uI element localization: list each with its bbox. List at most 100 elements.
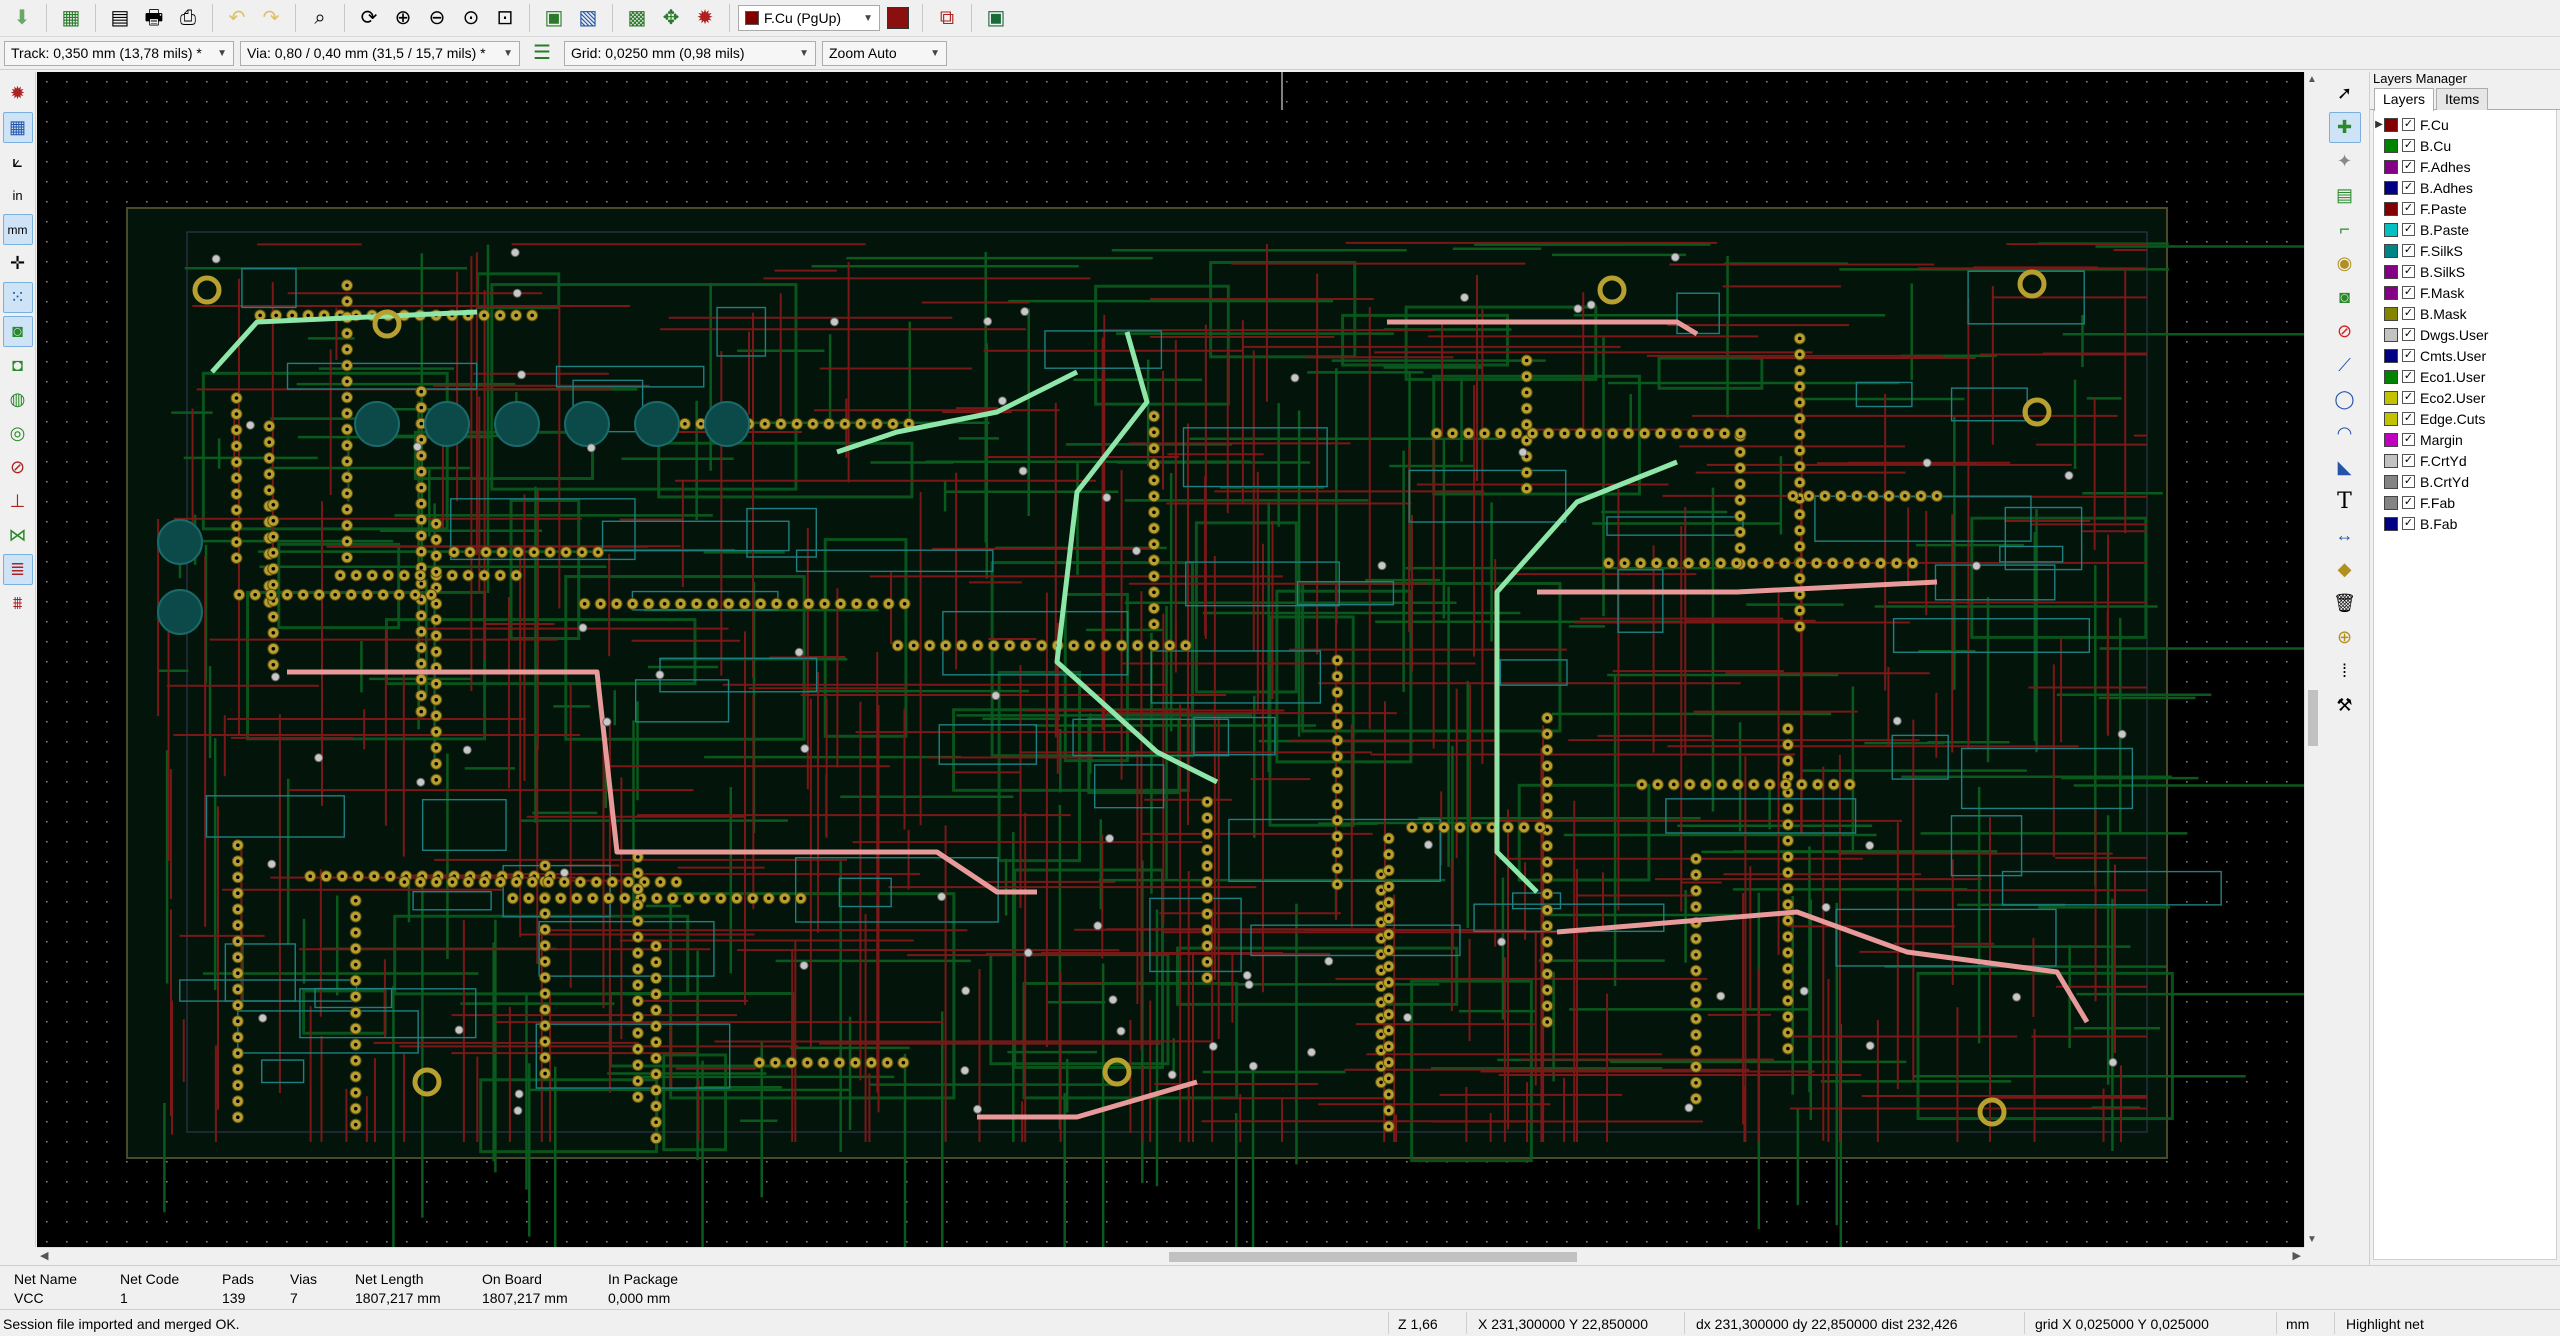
board-setup-icon[interactable]: ▦	[55, 2, 87, 34]
highlight-net-icon[interactable]: ✚	[2328, 112, 2361, 143]
add-footprint-icon[interactable]: ▤	[2329, 180, 2361, 211]
tab-items[interactable]: Items	[2436, 88, 2489, 110]
layer-row[interactable]: ✓ B.CrtYd	[2374, 471, 2556, 492]
via-size-select[interactable]: Via: 0,80 / 0,40 mm (31,5 / 15,7 mils) *…	[240, 40, 520, 66]
layer-name[interactable]: F.SilkS	[2420, 243, 2463, 259]
layer-row[interactable]: ✓ F.SilkS	[2374, 240, 2556, 261]
auto-track-width-icon[interactable]: ☰	[526, 37, 558, 69]
add-dimension-icon[interactable]: ↔	[2329, 520, 2361, 551]
grid-origin-icon[interactable]: ⁞	[2329, 656, 2361, 687]
layer-visibility-checkbox[interactable]: ✓	[2402, 475, 2415, 488]
autoroute-icon[interactable]: ✥	[655, 2, 687, 34]
layer-row[interactable]: ✓ F.CrtYd	[2374, 450, 2556, 471]
vertical-scroll-thumb[interactable]	[2308, 690, 2318, 746]
microwave-toolbar-icon[interactable]: ⩩	[3, 588, 33, 619]
add-text-icon[interactable]: T	[2329, 486, 2361, 517]
layer-name[interactable]: Eco2.User	[2420, 390, 2485, 406]
layer-color-swatch[interactable]	[2384, 264, 2398, 279]
layer-color-swatch[interactable]	[2384, 411, 2398, 426]
footprint-editor-icon[interactable]: ▧	[572, 2, 604, 34]
horizontal-scroll-thumb[interactable]	[1169, 1252, 1577, 1262]
layer-visibility-checkbox[interactable]: ✓	[2402, 349, 2415, 362]
zone-fill-icon[interactable]: ◍	[3, 384, 33, 415]
layer-row[interactable]: ✓ B.Cu	[2374, 135, 2556, 156]
layer-visibility-checkbox[interactable]: ✓	[2402, 370, 2415, 383]
scroll-up-icon[interactable]: ▲	[2307, 74, 2317, 85]
layer-color-swatch[interactable]	[2384, 474, 2398, 489]
grid-toggle-icon[interactable]: ▦	[2, 112, 33, 143]
high-contrast-icon[interactable]: ⋈	[3, 520, 33, 551]
zoom-fit-icon[interactable]: ⊙	[455, 2, 487, 34]
layer-row[interactable]: ✓ F.Fab	[2374, 492, 2556, 513]
layer-row[interactable]: ✓ B.Mask	[2374, 303, 2556, 324]
layer-visibility-checkbox[interactable]: ✓	[2402, 286, 2415, 299]
layer-name[interactable]: Eco1.User	[2420, 369, 2485, 385]
layer-visibility-checkbox[interactable]: ✓	[2402, 307, 2415, 320]
layer-color-swatch[interactable]	[2384, 348, 2398, 363]
layer-color-swatch[interactable]	[2384, 516, 2398, 531]
layer-name[interactable]: F.Mask	[2420, 285, 2464, 301]
layers-manager-toggle-icon[interactable]: ≣	[2, 554, 33, 585]
layer-row[interactable]: ✓ B.Fab	[2374, 513, 2556, 534]
drc-toggle-icon[interactable]: ✹	[3, 78, 33, 109]
layer-color-swatch[interactable]	[2384, 180, 2398, 195]
layer-row[interactable]: ✓ B.Adhes	[2374, 177, 2556, 198]
layer-name[interactable]: F.Adhes	[2420, 159, 2471, 175]
layer-row[interactable]: ✓ F.Adhes	[2374, 156, 2556, 177]
find-icon[interactable]: ⌕	[304, 2, 336, 34]
layer-row[interactable]: ✓ Margin	[2374, 429, 2556, 450]
drc-bug-icon[interactable]: ✹	[689, 2, 721, 34]
set-origin-icon[interactable]: ⊕	[2329, 622, 2361, 653]
layer-name[interactable]: F.CrtYd	[2420, 453, 2467, 469]
layer-name[interactable]: Dwgs.User	[2420, 327, 2488, 343]
layer-row[interactable]: ✓ F.Mask	[2374, 282, 2556, 303]
layer-visibility-checkbox[interactable]: ✓	[2402, 454, 2415, 467]
download-icon[interactable]: ⬇	[6, 2, 38, 34]
units-mm-button[interactable]: mm	[2, 214, 33, 245]
undo-icon[interactable]: ↶	[221, 2, 253, 34]
grid-select[interactable]: Grid: 0,0250 mm (0,98 mils) ▼	[564, 40, 816, 66]
redo-icon[interactable]: ↷	[255, 2, 287, 34]
layer-color-swatch[interactable]	[2384, 201, 2398, 216]
layer-row[interactable]: ✓ Eco2.User	[2374, 387, 2556, 408]
layer-name[interactable]: B.Paste	[2420, 222, 2469, 238]
layer-visibility-checkbox[interactable]: ✓	[2402, 265, 2415, 278]
horizontal-scrollbar[interactable]: ◀ ▶	[37, 1247, 2304, 1265]
add-via-icon[interactable]: ◉	[2329, 248, 2361, 279]
layer-name[interactable]: F.Cu	[2420, 117, 2449, 133]
layer-name[interactable]: F.Paste	[2420, 201, 2467, 217]
zoom-select[interactable]: Zoom Auto ▼	[822, 40, 947, 66]
scripting-console-icon[interactable]: ▣	[980, 2, 1012, 34]
microwave-icon[interactable]: ⧉	[931, 2, 963, 34]
route-track-icon[interactable]: ⌐	[2329, 214, 2361, 245]
layer-pair-icon[interactable]	[882, 2, 914, 34]
polar-coords-icon[interactable]: ⟀	[3, 146, 33, 177]
add-arc-icon[interactable]: ◠	[2329, 418, 2361, 449]
layer-color-swatch[interactable]	[2384, 117, 2398, 132]
layer-color-swatch[interactable]	[2384, 432, 2398, 447]
zoom-in-icon[interactable]: ⊕	[387, 2, 419, 34]
layer-name[interactable]: F.Fab	[2420, 495, 2455, 511]
vertical-scrollbar[interactable]: ▲ ▼	[2304, 72, 2320, 1247]
scroll-right-icon[interactable]: ▶	[2293, 1249, 2301, 1262]
layer-row[interactable]: ✓ B.SilkS	[2374, 261, 2556, 282]
add-circle-icon[interactable]: ◯	[2329, 384, 2361, 415]
pad-sketch-icon[interactable]: ◎	[3, 418, 33, 449]
show-zones-icon[interactable]: ◙	[2, 316, 33, 347]
select-arrow-icon[interactable]: ➚	[2329, 78, 2361, 109]
active-layer-select[interactable]: F.Cu (PgUp) ▼	[738, 5, 880, 31]
layer-name[interactable]: B.Adhes	[2420, 180, 2473, 196]
layer-row[interactable]: ✓ F.Paste	[2374, 198, 2556, 219]
update-pcb-icon[interactable]: ▩	[621, 2, 653, 34]
layer-name[interactable]: B.Cu	[2420, 138, 2451, 154]
keepout-icon[interactable]: ⊘	[2329, 316, 2361, 347]
layer-color-swatch[interactable]	[2384, 369, 2398, 384]
layer-color-swatch[interactable]	[2384, 138, 2398, 153]
layer-name[interactable]: B.SilkS	[2420, 264, 2465, 280]
layer-color-swatch[interactable]	[2384, 159, 2398, 174]
scroll-left-icon[interactable]: ◀	[40, 1249, 48, 1262]
layer-visibility-checkbox[interactable]: ✓	[2402, 160, 2415, 173]
layer-name[interactable]: B.Fab	[2420, 516, 2457, 532]
delete-icon[interactable]: 🗑	[2329, 588, 2361, 619]
add-polygon-icon[interactable]: ◣	[2329, 452, 2361, 483]
